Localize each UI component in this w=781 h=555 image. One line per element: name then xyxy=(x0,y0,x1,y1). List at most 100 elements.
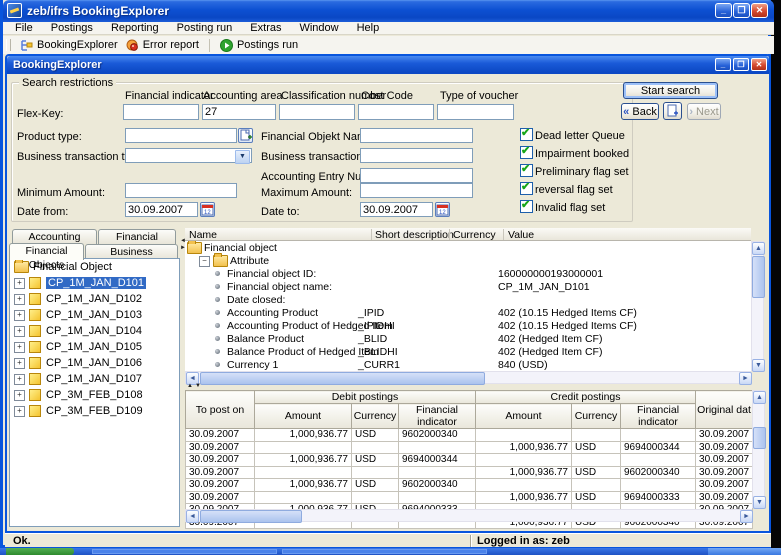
tree-item[interactable]: +CP_1M_JAN_D106 xyxy=(10,355,179,371)
expand-plus-icon[interactable]: + xyxy=(14,278,25,289)
column-currency[interactable]: Currency xyxy=(453,229,496,241)
collapse-down-icon[interactable]: ▼ xyxy=(195,383,201,390)
attribute-row[interactable]: Balance Product_BLID402 (Hedged Item CF) xyxy=(185,332,751,345)
attributes-panel[interactable]: Financial object − Attribute Financial o… xyxy=(185,241,751,371)
cost-code-input[interactable] xyxy=(358,104,434,120)
attributes-vscrollbar[interactable]: ▲ ▼ xyxy=(751,241,764,371)
menu-item-window[interactable]: Window xyxy=(293,22,344,35)
table-row[interactable]: 30.09.20071,000,936.77USD960200034030.09… xyxy=(186,466,753,479)
collapse-up-icon[interactable]: ▲ xyxy=(187,383,193,390)
menu-item-help[interactable]: Help xyxy=(351,22,386,35)
table-row[interactable]: 30.09.20071,000,936.77USD960200034030.09… xyxy=(186,479,753,492)
tree-item[interactable]: +CP_1M_JAN_D103 xyxy=(10,307,179,323)
scroll-thumb[interactable] xyxy=(753,427,766,449)
classification-number-input[interactable] xyxy=(279,104,355,120)
minimum-amount-input[interactable] xyxy=(125,183,237,198)
accounting-area-input[interactable] xyxy=(202,104,276,120)
menu-item-posting-run[interactable]: Posting run xyxy=(171,22,239,35)
tree-item[interactable]: +CP_1M_JAN_D107 xyxy=(10,371,179,387)
header-to-post-on[interactable]: To post on xyxy=(186,391,255,429)
header-debit-amount[interactable]: Amount xyxy=(255,404,352,429)
column-short-description[interactable]: Short description xyxy=(375,229,454,241)
business-transaction-id-input[interactable] xyxy=(360,148,473,163)
attribute-row[interactable]: Accounting Product_IPID402 (10.15 Hedged… xyxy=(185,306,751,319)
scroll-right-icon[interactable]: ► xyxy=(740,510,753,523)
scroll-down-icon[interactable]: ▼ xyxy=(753,496,766,509)
attributes-header[interactable]: Name Short description Currency Value xyxy=(185,228,751,241)
header-credit-amount[interactable]: Amount xyxy=(476,404,572,429)
close-button[interactable]: ✕ xyxy=(751,3,768,18)
scroll-thumb[interactable] xyxy=(752,256,765,298)
tree-item[interactable]: +CP_1M_JAN_D105 xyxy=(10,339,179,355)
date-to-calendar-button[interactable]: 12 xyxy=(435,202,450,217)
attribute-row[interactable]: Accounting Product of Hedged Item_IPIDHI… xyxy=(185,319,751,332)
horizontal-splitter[interactable]: ▲ ▼ xyxy=(185,383,751,390)
attribute-row[interactable]: Financial object name:CP_1M_JAN_D101 xyxy=(185,280,751,293)
menu-item-file[interactable]: File xyxy=(9,22,39,35)
chevron-down-icon[interactable]: ▼ xyxy=(235,150,250,164)
minimize-button[interactable]: _ xyxy=(715,3,732,18)
tab-business-transactions[interactable]: Business Transactions xyxy=(85,244,178,259)
product-type-input[interactable] xyxy=(125,128,237,143)
table-row[interactable]: 30.09.20071,000,936.77USD969400034430.09… xyxy=(186,454,753,467)
attribute-root-row[interactable]: Financial object xyxy=(185,241,751,254)
toolbar-error-report-button[interactable]: Error report xyxy=(122,37,203,53)
header-credit-currency[interactable]: Currency xyxy=(572,404,621,429)
scroll-up-icon[interactable]: ▲ xyxy=(753,391,766,404)
expand-plus-icon[interactable]: + xyxy=(14,294,25,305)
tree-item[interactable]: +CP_3M_FEB_D108 xyxy=(10,387,179,403)
table-hscrollbar[interactable]: ◄ ► xyxy=(185,509,752,522)
tree-item[interactable]: +CP_3M_FEB_D109 xyxy=(10,403,179,419)
menu-item-reporting[interactable]: Reporting xyxy=(105,22,165,35)
maximum-amount-input[interactable] xyxy=(360,183,473,198)
expand-plus-icon[interactable]: + xyxy=(14,358,25,369)
toolbar-booking-explorer-button[interactable]: BookingExplorer xyxy=(16,37,122,53)
scroll-left-icon[interactable]: ◄ xyxy=(186,510,199,523)
tab-financial-objects[interactable]: Financial Objects xyxy=(9,243,84,260)
expand-plus-icon[interactable]: + xyxy=(14,326,25,337)
header-original-date[interactable]: Original dat xyxy=(696,391,753,429)
financial-objects-tree[interactable]: Financial Object +CP_1M_JAN_D101 +CP_1M_… xyxy=(9,258,180,527)
header-credit-postings[interactable]: Credit postings xyxy=(476,391,696,404)
expand-plus-icon[interactable]: + xyxy=(14,374,25,385)
start-search-button[interactable]: Start search xyxy=(623,82,718,99)
header-debit-currency[interactable]: Currency xyxy=(352,404,399,429)
collapse-minus-icon[interactable]: − xyxy=(199,256,210,267)
header-credit-financial-indicator[interactable]: Financial indicator xyxy=(621,404,696,429)
table-row[interactable]: 30.09.20071,000,936.77USD969400033330.09… xyxy=(186,491,753,504)
app-titlebar[interactable]: zeb/ifrs BookingExplorer _ ❐ ✕ xyxy=(3,0,774,22)
scroll-down-icon[interactable]: ▼ xyxy=(752,359,765,372)
date-from-input[interactable] xyxy=(125,202,198,217)
column-value[interactable]: Value xyxy=(508,229,534,241)
toolbar-grip[interactable] xyxy=(6,39,11,51)
next-button[interactable]: › Next xyxy=(687,103,721,120)
checkbox-invalid-flag-set[interactable]: ✔ xyxy=(520,200,533,218)
business-transaction-type-select[interactable]: ▼ xyxy=(125,148,252,163)
inner-minimize-button[interactable]: _ xyxy=(715,58,731,71)
inner-close-button[interactable]: ✕ xyxy=(751,58,767,71)
taskbar-item[interactable] xyxy=(282,549,487,554)
expand-plus-icon[interactable]: + xyxy=(14,310,25,321)
expand-plus-icon[interactable]: + xyxy=(14,342,25,353)
scroll-thumb[interactable] xyxy=(200,510,302,523)
table-row[interactable]: 30.09.20071,000,936.77USD960200034030.09… xyxy=(186,429,753,442)
tree-item[interactable]: +CP_1M_JAN_D102 xyxy=(10,291,179,307)
menu-item-extras[interactable]: Extras xyxy=(244,22,287,35)
restore-button[interactable]: ❐ xyxy=(733,3,750,18)
column-name[interactable]: Name xyxy=(189,229,217,241)
tab-financial-indicator[interactable]: Financial indicator xyxy=(98,229,176,244)
header-debit-postings[interactable]: Debit postings xyxy=(255,391,476,404)
toolbar-postings-run-button[interactable]: Postings run xyxy=(216,37,302,53)
attribute-row[interactable]: Currency 1_CURR1840 (USD) xyxy=(185,358,751,371)
expand-plus-icon[interactable]: + xyxy=(14,406,25,417)
attribute-group-row[interactable]: − Attribute xyxy=(185,254,751,267)
attribute-row[interactable]: Date closed: xyxy=(185,293,751,306)
scroll-up-icon[interactable]: ▲ xyxy=(752,242,765,255)
header-debit-financial-indicator[interactable]: Financial indicator xyxy=(399,404,476,429)
table-vscrollbar[interactable]: ▲ ▼ xyxy=(752,390,765,508)
export-document-button[interactable] xyxy=(663,102,682,120)
tab-accounting-entries[interactable]: Accounting Entries xyxy=(12,229,97,244)
inner-restore-button[interactable]: ❐ xyxy=(733,58,749,71)
start-button[interactable] xyxy=(6,548,74,555)
tree-item[interactable]: +CP_1M_JAN_D104 xyxy=(10,323,179,339)
